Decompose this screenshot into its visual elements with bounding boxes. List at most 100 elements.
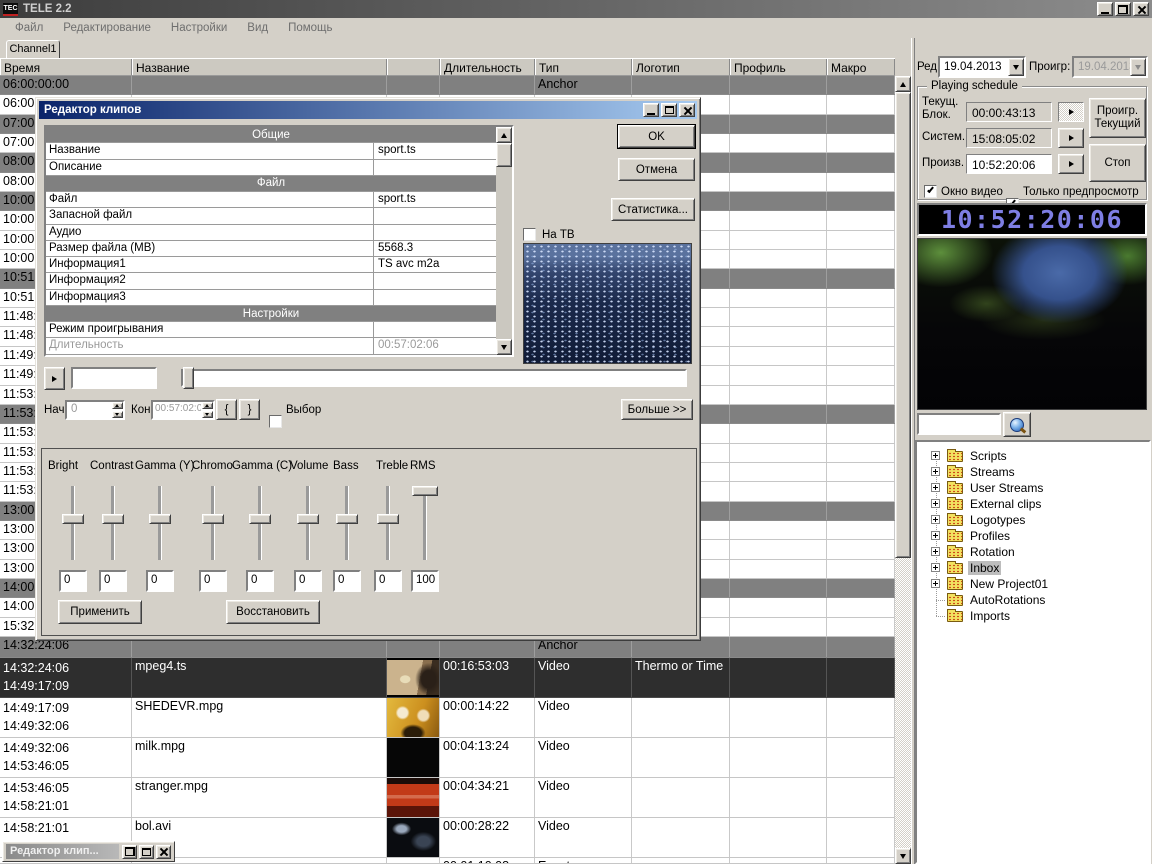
restore-button[interactable]: Восстановить	[226, 600, 320, 624]
property-value[interactable]	[373, 160, 496, 175]
select-checkbox[interactable]	[269, 415, 282, 428]
tree-search-input[interactable]	[917, 413, 1001, 435]
property-value[interactable]: sport.ts	[373, 192, 496, 207]
statistics-button[interactable]: Статистика...	[611, 198, 695, 221]
tree-item-logotypes[interactable]: Logotypes	[917, 512, 1149, 528]
menu-item-view[interactable]: Вид	[238, 20, 277, 36]
edit-date-combobox[interactable]: 19.04.2013	[938, 56, 1026, 78]
slider-thumb-1[interactable]	[102, 514, 124, 524]
scroll-up-button[interactable]	[496, 127, 512, 143]
tree-item-streams[interactable]: Streams	[917, 464, 1149, 480]
slider-track-8[interactable]	[423, 486, 427, 560]
expand-icon[interactable]	[931, 515, 940, 524]
slider-thumb-2[interactable]	[149, 514, 171, 524]
dialog-titlebar[interactable]: Редактор клипов	[39, 101, 697, 119]
property-value[interactable]	[373, 290, 496, 305]
mark-in-button[interactable]: {	[216, 399, 237, 420]
clip-row-mpeg4.ts[interactable]: 14:32:24:0614:49:17:09mpeg4.ts00:16:53:0…	[0, 658, 895, 698]
property-row[interactable]: Названиеsport.ts	[46, 143, 496, 159]
slider-thumb-6[interactable]	[336, 514, 358, 524]
slider-thumb-4[interactable]	[249, 514, 271, 524]
clip-row-milk.mpg[interactable]: 14:49:32:0614:53:46:05milk.mpg00:04:13:2…	[0, 738, 895, 778]
scrollbar-track[interactable]	[895, 558, 911, 848]
scroll-down-button[interactable]	[895, 848, 911, 864]
property-row[interactable]: Длительность00:57:02:06	[46, 338, 496, 354]
slider-value-1[interactable]: 0	[99, 570, 127, 592]
menu-item-edit[interactable]: Редактирование	[54, 20, 160, 36]
restore-button[interactable]	[1115, 2, 1131, 16]
expand-icon[interactable]	[931, 531, 940, 540]
dialog-maximize-button[interactable]	[661, 103, 677, 117]
expand-icon[interactable]	[931, 451, 940, 460]
seek-slider-thumb[interactable]	[183, 367, 194, 389]
property-row[interactable]: Размер файла (MB)5568.3	[46, 241, 496, 257]
tree-item-user-streams[interactable]: User Streams	[917, 480, 1149, 496]
column-header-7[interactable]: Макро	[827, 59, 895, 75]
mark-out-button[interactable]: }	[239, 399, 260, 420]
minimized-close-button[interactable]	[156, 845, 171, 859]
slider-value-4[interactable]: 0	[246, 570, 274, 592]
tree-item-new-project01[interactable]: New Project01	[917, 576, 1149, 592]
property-row[interactable]: Информация3	[46, 290, 496, 306]
slider-thumb-7[interactable]	[377, 514, 399, 524]
clip-row-SHEDEVR.mpg[interactable]: 14:49:17:0914:49:32:06SHEDEVR.mpg00:00:1…	[0, 698, 895, 738]
stop-button[interactable]: Стоп	[1089, 144, 1146, 182]
tree-item-rotation[interactable]: Rotation	[917, 544, 1149, 560]
video-window-checkbox[interactable]	[924, 185, 937, 198]
slider-value-0[interactable]: 0	[59, 570, 87, 592]
scrollbar-thumb[interactable]	[895, 92, 911, 558]
scrollbar-thumb[interactable]	[496, 143, 512, 167]
property-row[interactable]: Информация1TS avc m2a	[46, 257, 496, 273]
menu-item-file[interactable]: Файл	[6, 20, 52, 36]
menu-item-settings[interactable]: Настройки	[162, 20, 236, 36]
slider-thumb-8[interactable]	[412, 486, 438, 496]
minimized-window-bar[interactable]: Редактор клип...	[2, 841, 175, 862]
slider-value-2[interactable]: 0	[146, 570, 174, 592]
slider-value-8[interactable]: 100	[411, 570, 439, 592]
tree-item-imports[interactable]: Imports	[917, 608, 1149, 624]
apply-button[interactable]: Применить	[58, 600, 142, 624]
schedule-play-button-1[interactable]	[1058, 128, 1084, 148]
ok-button[interactable]: OK	[618, 125, 695, 148]
tab-channel1[interactable]: Channel1	[6, 40, 60, 58]
property-row[interactable]: Режим проигрывания	[46, 322, 496, 338]
expand-icon[interactable]	[931, 499, 940, 508]
slider-thumb-3[interactable]	[202, 514, 224, 524]
seek-time-input[interactable]	[71, 367, 157, 389]
minimized-maximize-button[interactable]	[139, 845, 154, 859]
tree-item-scripts[interactable]: Scripts	[917, 448, 1149, 464]
play-current-button[interactable]: Проигр. Текущий	[1089, 98, 1146, 138]
expand-icon[interactable]	[931, 547, 940, 556]
slider-value-5[interactable]: 0	[294, 570, 322, 592]
column-header-5[interactable]: Логотип	[632, 59, 730, 75]
scroll-down-button[interactable]	[496, 339, 512, 355]
scroll-up-button[interactable]	[895, 76, 911, 92]
more-button[interactable]: Больше >>	[621, 399, 693, 420]
menu-item-help[interactable]: Помощь	[279, 20, 341, 36]
dialog-minimize-button[interactable]	[643, 103, 659, 117]
clip-row-stranger.mpg[interactable]: 14:53:46:0514:58:21:01stranger.mpg00:04:…	[0, 778, 895, 818]
spin-buttons[interactable]	[201, 402, 213, 418]
start-spinner[interactable]: 0	[65, 400, 125, 420]
tree-item-autorotations[interactable]: AutoRotations	[917, 592, 1149, 608]
expand-icon[interactable]	[931, 483, 940, 492]
minimize-button[interactable]	[1097, 2, 1113, 16]
slider-thumb-5[interactable]	[297, 514, 319, 524]
cancel-button[interactable]: Отмена	[618, 158, 695, 181]
schedule-time-2[interactable]: 10:52:20:06	[966, 154, 1052, 174]
expand-icon[interactable]	[931, 579, 940, 588]
slider-value-6[interactable]: 0	[333, 570, 361, 592]
property-value[interactable]: sport.ts	[373, 143, 496, 158]
property-row[interactable]: Информация2	[46, 273, 496, 289]
property-value[interactable]: TS avc m2a	[373, 257, 496, 272]
schedule-play-button-0[interactable]	[1058, 102, 1084, 122]
schedule-row[interactable]: 06:00:00:00Anchor	[0, 76, 895, 95]
expand-icon[interactable]	[931, 563, 940, 572]
property-value[interactable]	[373, 322, 496, 337]
column-header-4[interactable]: Тип	[535, 59, 632, 75]
expand-icon[interactable]	[931, 467, 940, 476]
preview-play-button[interactable]	[44, 367, 65, 390]
tree-item-profiles[interactable]: Profiles	[917, 528, 1149, 544]
column-header-1[interactable]: Название	[132, 59, 387, 75]
slider-value-3[interactable]: 0	[199, 570, 227, 592]
